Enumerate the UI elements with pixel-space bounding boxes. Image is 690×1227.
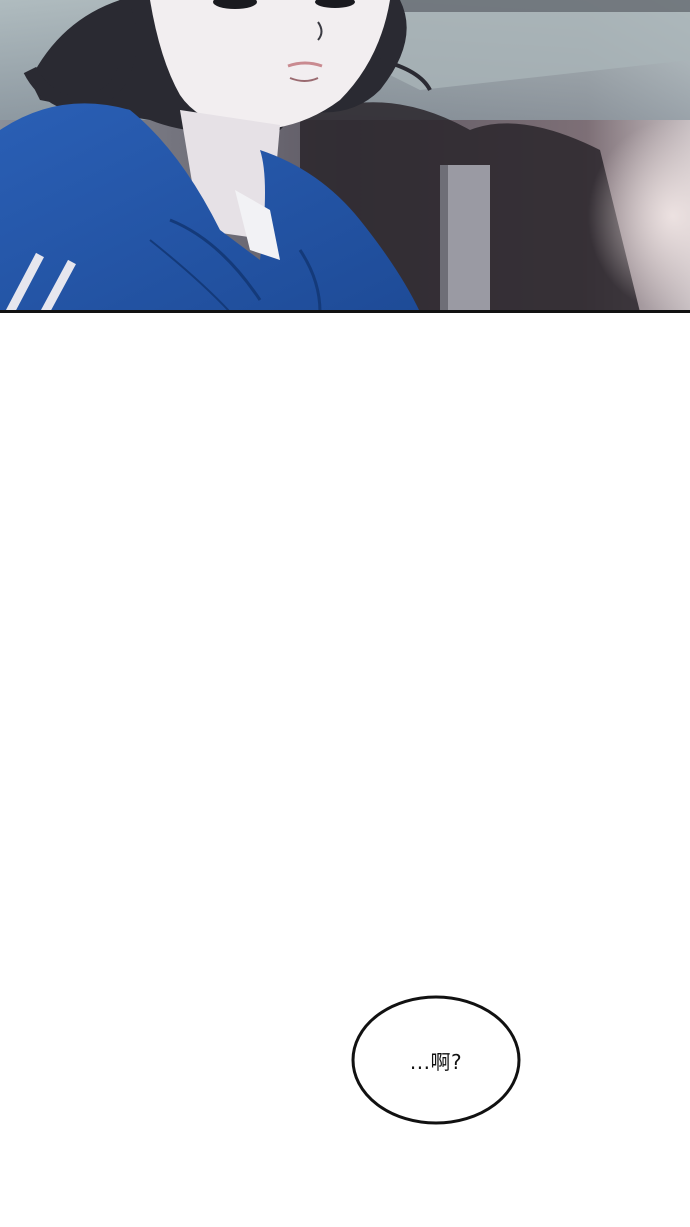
speech-bubble: ...啊? (351, 995, 521, 1125)
panel-border (0, 310, 690, 313)
speech-bubble-text: ...啊? (409, 1049, 463, 1074)
comic-panel (0, 0, 690, 312)
panel-illustration (0, 0, 690, 312)
